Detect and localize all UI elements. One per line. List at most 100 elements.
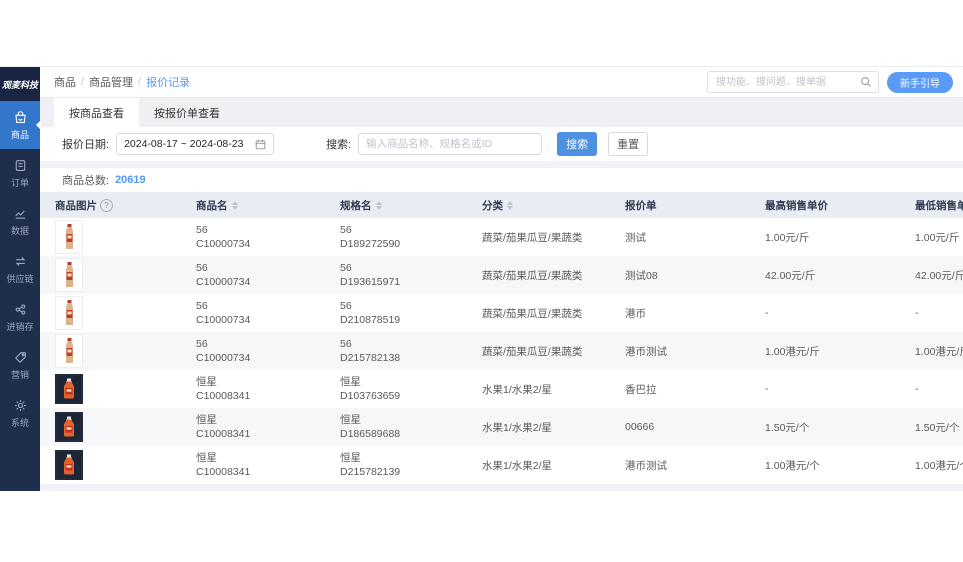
reset-button[interactable]: 重置 [608, 132, 649, 156]
sidebar-item-supply-chain[interactable]: 供应链 [0, 245, 40, 293]
min-price-cell: 1.00港元/个 [915, 459, 963, 472]
gear-icon [13, 398, 28, 413]
category-cell: 蔬菜/茄果瓜豆/果蔬类 [482, 307, 583, 320]
sidebar-item-goods[interactable]: 商品 [0, 101, 41, 149]
breadcrumb-separator: / [81, 76, 85, 88]
app-window: 观麦科技 商品 订单 数据 供应链 进销存 营销 系统 商品 / 商品管理 / … [0, 66, 963, 491]
sidebar-item-label: 营销 [10, 369, 29, 380]
quote-sheet-cell: 港币 [625, 307, 646, 320]
product-search-input[interactable] [358, 133, 543, 155]
min-price-cell: - [915, 307, 919, 319]
table-row[interactable]: 56 C10000734 56 D210878519 蔬菜/茄果瓜豆/果蔬类 港币 … [40, 294, 963, 332]
table-header-row: 商品图片 ? 商品名 规格名 分类 报价单 最高销售单价 最低销售单 [40, 192, 963, 218]
table-row[interactable]: 56 C10000734 56 D193615971 蔬菜/茄果瓜豆/果蔬类 测试0… [40, 256, 963, 294]
sort-icon[interactable] [375, 200, 382, 210]
search-button[interactable]: 搜索 [557, 132, 598, 156]
sidebar-item-label: 系统 [10, 417, 29, 428]
table-row[interactable]: 恒星 C10008341 恒星 D186589688 水果1/水果2/星 00666… [40, 408, 963, 446]
detergent-photo [57, 376, 81, 402]
global-search-box[interactable] [707, 71, 879, 93]
sidebar-item-marketing[interactable]: 营销 [0, 341, 40, 389]
sort-icon[interactable] [507, 200, 513, 210]
breadcrumb: 商品 / 商品管理 / 报价记录 [54, 74, 190, 90]
sidebar-item-inventory[interactable]: 进销存 [0, 293, 40, 341]
sidebar-item-data[interactable]: 数据 [0, 197, 40, 245]
sidebar-item-label: 数据 [10, 225, 29, 236]
table-row[interactable]: 恒星 C10008341 恒星 D215782139 水果1/水果2/星 港币测试 … [40, 446, 963, 484]
product-image[interactable] [55, 220, 83, 254]
tab-by-quote-sheet[interactable]: 按报价单查看 [139, 98, 235, 127]
sidebar-item-system[interactable]: 系统 [0, 389, 40, 437]
column-header-product-name[interactable]: 商品名 [181, 198, 325, 213]
category-cell: 水果1/水果2/星 [482, 421, 553, 434]
column-header-min-price: 最低销售单价 [915, 199, 963, 212]
quote-sheet-cell: 香巴拉 [625, 383, 657, 396]
inventory-icon [13, 302, 28, 317]
global-search-input[interactable] [714, 75, 860, 89]
quote-sheet-cell: 港币测试 [625, 345, 667, 358]
sidebar-item-orders[interactable]: 订单 [0, 149, 40, 197]
bottle-photo [64, 338, 75, 364]
column-header-product-image: 商品图片 ? [40, 198, 181, 213]
chart-icon [13, 206, 28, 221]
min-price-cell: - [915, 383, 919, 395]
column-header-spec-name[interactable]: 规格名 [325, 198, 467, 213]
category-cell: 蔬菜/茄果瓜豆/果蔬类 [482, 345, 583, 358]
sort-icon[interactable] [231, 200, 238, 210]
search-icon[interactable] [860, 76, 872, 88]
supply-chain-icon [13, 254, 28, 269]
tab-strip: 按商品查看 按报价单查看 [40, 97, 963, 127]
sidebar-item-label: 商品 [10, 129, 29, 140]
table-body: 56 C10000734 56 D189272590 蔬菜/茄果瓜豆/果蔬类 测试 … [40, 218, 963, 484]
column-header-category[interactable]: 分类 [467, 198, 610, 213]
breadcrumb-bar: 商品 / 商品管理 / 报价记录 新手引导 [40, 67, 963, 97]
category-cell: 蔬菜/茄果瓜豆/果蔬类 [482, 269, 583, 282]
main-area: 商品 / 商品管理 / 报价记录 新手引导 按商品查看 按报价单查看 报价日期:… [40, 67, 963, 491]
detergent-photo [57, 414, 81, 440]
tab-by-product[interactable]: 按商品查看 [54, 98, 139, 127]
column-header-quote-sheet: 报价单 [625, 199, 657, 212]
breadcrumb-item[interactable]: 商品管理 [89, 74, 133, 90]
product-image[interactable] [55, 334, 83, 368]
max-price-cell: 1.50元/个 [765, 421, 810, 434]
product-image[interactable] [55, 374, 83, 404]
date-range-picker[interactable]: 2024-08-17 ~ 2024-08-23 [116, 133, 275, 155]
category-cell: 水果1/水果2/星 [482, 383, 553, 396]
quote-sheet-cell: 测试 [625, 231, 646, 244]
total-count-label: 商品总数: [62, 175, 110, 187]
max-price-cell: 1.00港元/个 [765, 459, 820, 472]
beginner-guide-button[interactable]: 新手引导 [887, 71, 953, 93]
quotes-table: 商品图片 ? 商品名 规格名 分类 报价单 最高销售单价 最低销售单 56 C1… [40, 192, 963, 491]
product-image[interactable] [55, 296, 83, 330]
total-count-value: 20619 [115, 174, 146, 186]
sidebar: 观麦科技 商品 订单 数据 供应链 进销存 营销 系统 [0, 67, 41, 491]
table-row[interactable]: 56 C10000734 56 D215782138 蔬菜/茄果瓜豆/果蔬类 港币测… [40, 332, 963, 370]
bottle-photo [64, 300, 75, 326]
summary-bar: 商品总数: 20619 [40, 168, 963, 192]
max-price-cell: 1.00港元/斤 [765, 345, 820, 358]
breadcrumb-item[interactable]: 商品 [54, 74, 76, 90]
product-image[interactable] [55, 450, 83, 480]
table-row[interactable]: 恒星 C10008341 恒星 D103763659 水果1/水果2/星 香巴拉 -… [40, 370, 963, 408]
max-price-cell: - [765, 383, 769, 395]
product-image[interactable] [55, 258, 83, 292]
table-footer-divider [40, 484, 963, 491]
category-cell: 蔬菜/茄果瓜豆/果蔬类 [482, 231, 583, 244]
quote-sheet-cell: 测试08 [625, 269, 658, 282]
filter-bar: 报价日期: 2024-08-17 ~ 2024-08-23 搜索: 搜索 重置 [40, 127, 963, 161]
help-icon[interactable]: ? [100, 198, 113, 212]
tag-icon [13, 350, 28, 365]
search-filter-label: 搜索: [326, 139, 352, 151]
breadcrumb-current: 报价记录 [146, 77, 191, 89]
column-header-max-price: 最高销售单价 [765, 199, 828, 212]
topbar-actions: 新手引导 [707, 71, 953, 93]
product-image[interactable] [55, 412, 83, 442]
max-price-cell: 1.00元/斤 [765, 231, 810, 244]
category-cell: 水果1/水果2/星 [482, 459, 553, 472]
sidebar-item-label: 进销存 [6, 321, 34, 332]
breadcrumb-separator: / [138, 76, 142, 88]
calendar-icon [255, 139, 266, 150]
table-row[interactable]: 56 C10000734 56 D189272590 蔬菜/茄果瓜豆/果蔬类 测试 … [40, 218, 963, 256]
min-price-cell: 1.50元/个 [915, 421, 960, 434]
date-filter-label: 报价日期: [62, 139, 110, 151]
